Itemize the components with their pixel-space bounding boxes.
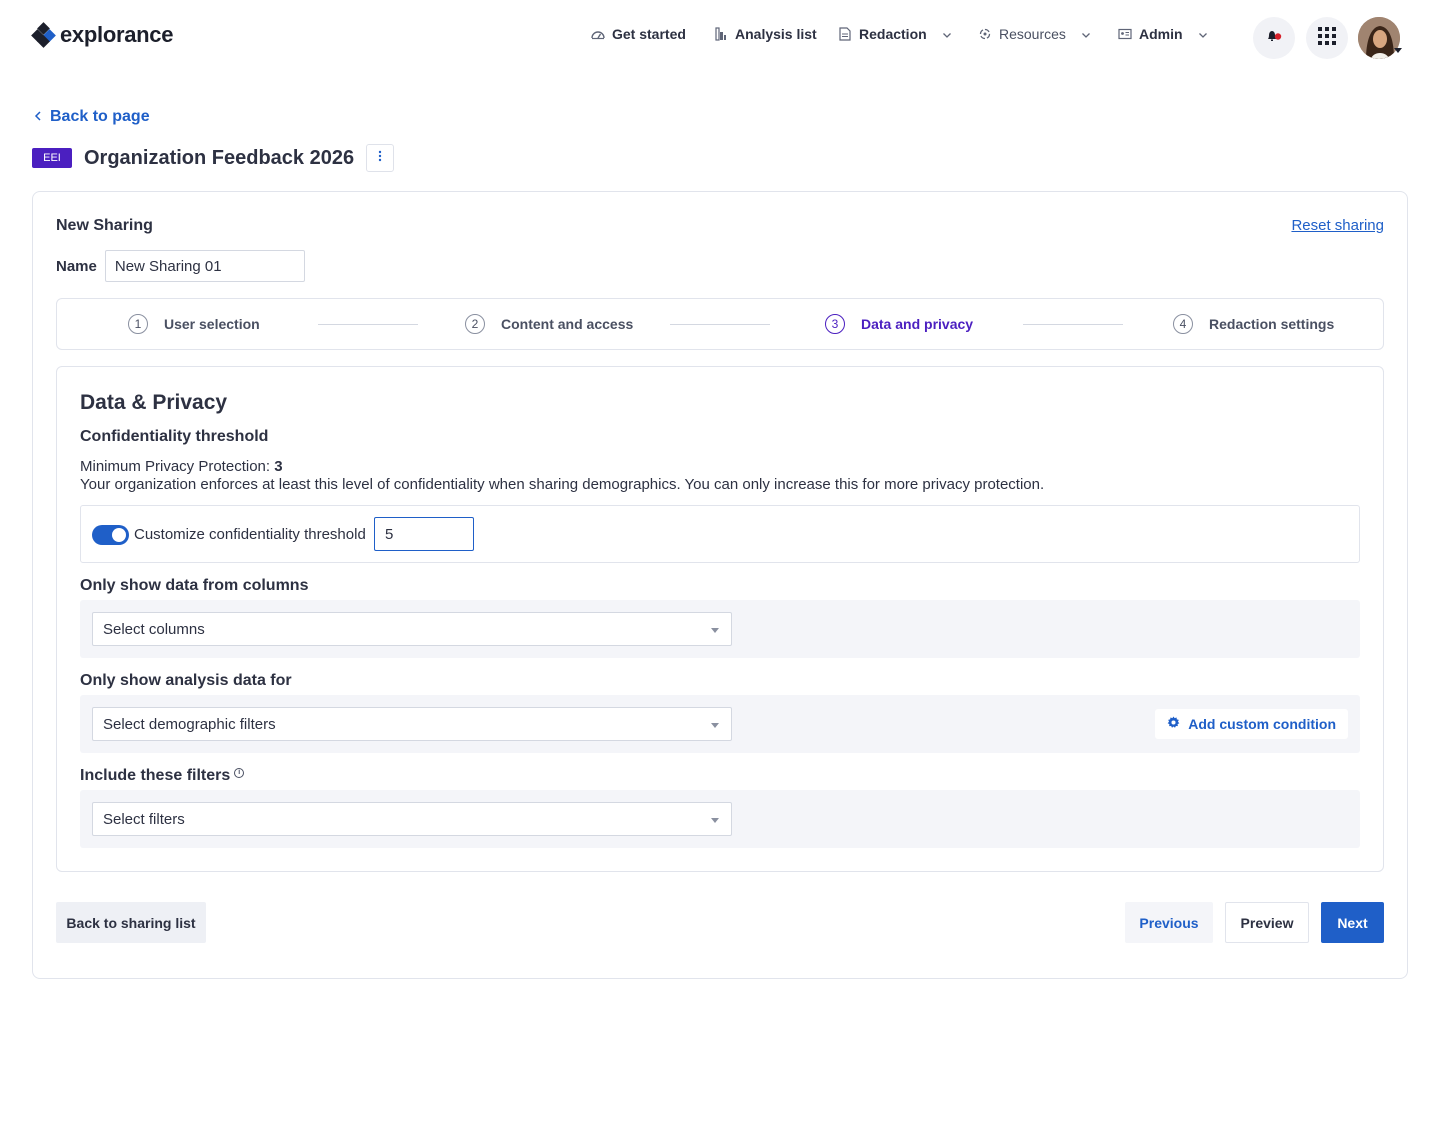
chevron-down-icon xyxy=(1080,28,1092,40)
step-label: User selection xyxy=(164,316,260,332)
top-bar: explorance Get started Analysis list Red… xyxy=(0,0,1440,76)
name-label: Name xyxy=(56,257,97,275)
nav-redaction[interactable]: Redaction xyxy=(837,26,953,42)
demographic-filters-placeholder: Select demographic filters xyxy=(103,716,276,733)
chevron-down-icon xyxy=(941,28,953,40)
nav-label: Resources xyxy=(999,26,1066,42)
customize-threshold-label: Customize confidentiality threshold xyxy=(134,526,366,543)
step-label: Content and access xyxy=(501,316,634,332)
nav-label: Admin xyxy=(1139,26,1183,42)
chevron-down-icon xyxy=(1197,28,1209,40)
avatar-caret-icon[interactable] xyxy=(1393,42,1403,60)
sharing-card: New Sharing Reset sharing Name 1 User se… xyxy=(32,191,1408,979)
filters-placeholder: Select filters xyxy=(103,811,185,828)
title-row: EEI Organization Feedback 2026 xyxy=(32,144,395,172)
filters-heading: Include these filters i xyxy=(80,767,245,785)
columns-select[interactable]: Select columns xyxy=(92,612,732,646)
nav-label: Redaction xyxy=(859,26,927,42)
logo-mark-icon xyxy=(31,22,56,48)
reset-sharing-link[interactable]: Reset sharing xyxy=(1291,217,1384,234)
threshold-toggle-box: Customize confidentiality threshold xyxy=(80,505,1360,563)
stepper: 1 User selection 2 Content and access 3 … xyxy=(56,298,1384,350)
sharing-name-input[interactable] xyxy=(104,250,305,282)
step-number: 3 xyxy=(825,314,845,334)
back-to-page-label: Back to page xyxy=(50,108,150,125)
caret-down-icon xyxy=(711,628,719,633)
toggle-knob xyxy=(112,528,126,542)
project-badge: EEI xyxy=(32,148,72,168)
analysis-panel: Select demographic filters Add custom co… xyxy=(80,695,1360,753)
step-connector xyxy=(1023,324,1123,325)
customize-threshold-toggle[interactable] xyxy=(92,525,129,545)
app-grid-button[interactable] xyxy=(1306,17,1348,59)
resources-icon xyxy=(977,26,993,42)
bell-icon xyxy=(1265,28,1283,49)
nav-analysis-list[interactable]: Analysis list xyxy=(713,26,817,42)
caret-down-icon xyxy=(711,818,719,823)
step-redaction-settings[interactable]: 4 Redaction settings xyxy=(1173,314,1334,334)
min-privacy-value: 3 xyxy=(274,458,283,475)
notifications-button[interactable] xyxy=(1253,17,1295,59)
gauge-icon xyxy=(590,26,606,42)
name-row: Name xyxy=(56,250,305,282)
chevron-left-icon xyxy=(34,108,42,126)
filters-panel: Select filters xyxy=(80,790,1360,848)
brand-name: explorance xyxy=(60,22,174,47)
add-custom-condition-button[interactable]: Add custom condition xyxy=(1155,709,1348,739)
step-connector xyxy=(318,324,418,325)
nav-get-started[interactable]: Get started xyxy=(590,26,686,42)
step-number: 2 xyxy=(465,314,485,334)
threshold-heading: Confidentiality threshold xyxy=(80,428,269,445)
chart-icon xyxy=(713,26,729,42)
demographic-filters-select[interactable]: Select demographic filters xyxy=(92,707,732,741)
add-custom-condition-label: Add custom condition xyxy=(1188,716,1336,732)
step-number: 4 xyxy=(1173,314,1193,334)
columns-panel: Select columns xyxy=(80,600,1360,658)
columns-placeholder: Select columns xyxy=(103,621,205,638)
filters-heading-label: Include these filters xyxy=(80,767,231,784)
step-user-selection[interactable]: 1 User selection xyxy=(128,314,260,334)
nav-resources[interactable]: Resources xyxy=(977,26,1092,42)
document-icon xyxy=(837,26,853,42)
step-label: Redaction settings xyxy=(1209,316,1335,332)
preview-button[interactable]: Preview xyxy=(1225,902,1309,943)
admin-icon xyxy=(1117,26,1133,42)
gear-icon xyxy=(1167,716,1180,732)
analysis-heading: Only show analysis data for xyxy=(80,672,292,689)
next-button[interactable]: Next xyxy=(1321,902,1384,943)
sharing-label: New Sharing xyxy=(56,217,153,234)
nav-admin[interactable]: Admin xyxy=(1117,26,1209,42)
columns-heading: Only show data from columns xyxy=(80,577,309,594)
privacy-description: Your organization enforces at least this… xyxy=(80,476,1045,493)
caret-down-icon xyxy=(711,723,719,728)
grid-icon xyxy=(1318,26,1336,50)
info-icon[interactable]: i xyxy=(234,767,245,778)
threshold-input[interactable] xyxy=(374,517,474,551)
more-options-button[interactable] xyxy=(366,144,395,172)
back-to-sharing-list-button[interactable]: Back to sharing list xyxy=(56,902,206,943)
step-content-and-access[interactable]: 2 Content and access xyxy=(465,314,633,334)
section-heading: Data & Privacy xyxy=(80,391,228,414)
logo[interactable]: explorance xyxy=(31,22,174,48)
nav-label: Get started xyxy=(612,26,686,42)
min-privacy-label: Minimum Privacy Protection: xyxy=(80,458,275,475)
back-to-page-link[interactable]: Back to page xyxy=(34,108,150,126)
previous-button[interactable]: Previous xyxy=(1125,902,1213,943)
step-number: 1 xyxy=(128,314,148,334)
kebab-icon xyxy=(378,149,382,167)
min-privacy-text: Minimum Privacy Protection: 3 xyxy=(80,458,283,475)
step-data-and-privacy[interactable]: 3 Data and privacy xyxy=(825,314,973,334)
filters-select[interactable]: Select filters xyxy=(92,802,732,836)
nav-label: Analysis list xyxy=(735,26,817,42)
data-privacy-section: Data & Privacy Confidentiality threshold… xyxy=(56,366,1384,872)
step-label: Data and privacy xyxy=(861,316,974,332)
page-title: Organization Feedback 2026 xyxy=(84,146,355,169)
step-connector xyxy=(670,324,770,325)
